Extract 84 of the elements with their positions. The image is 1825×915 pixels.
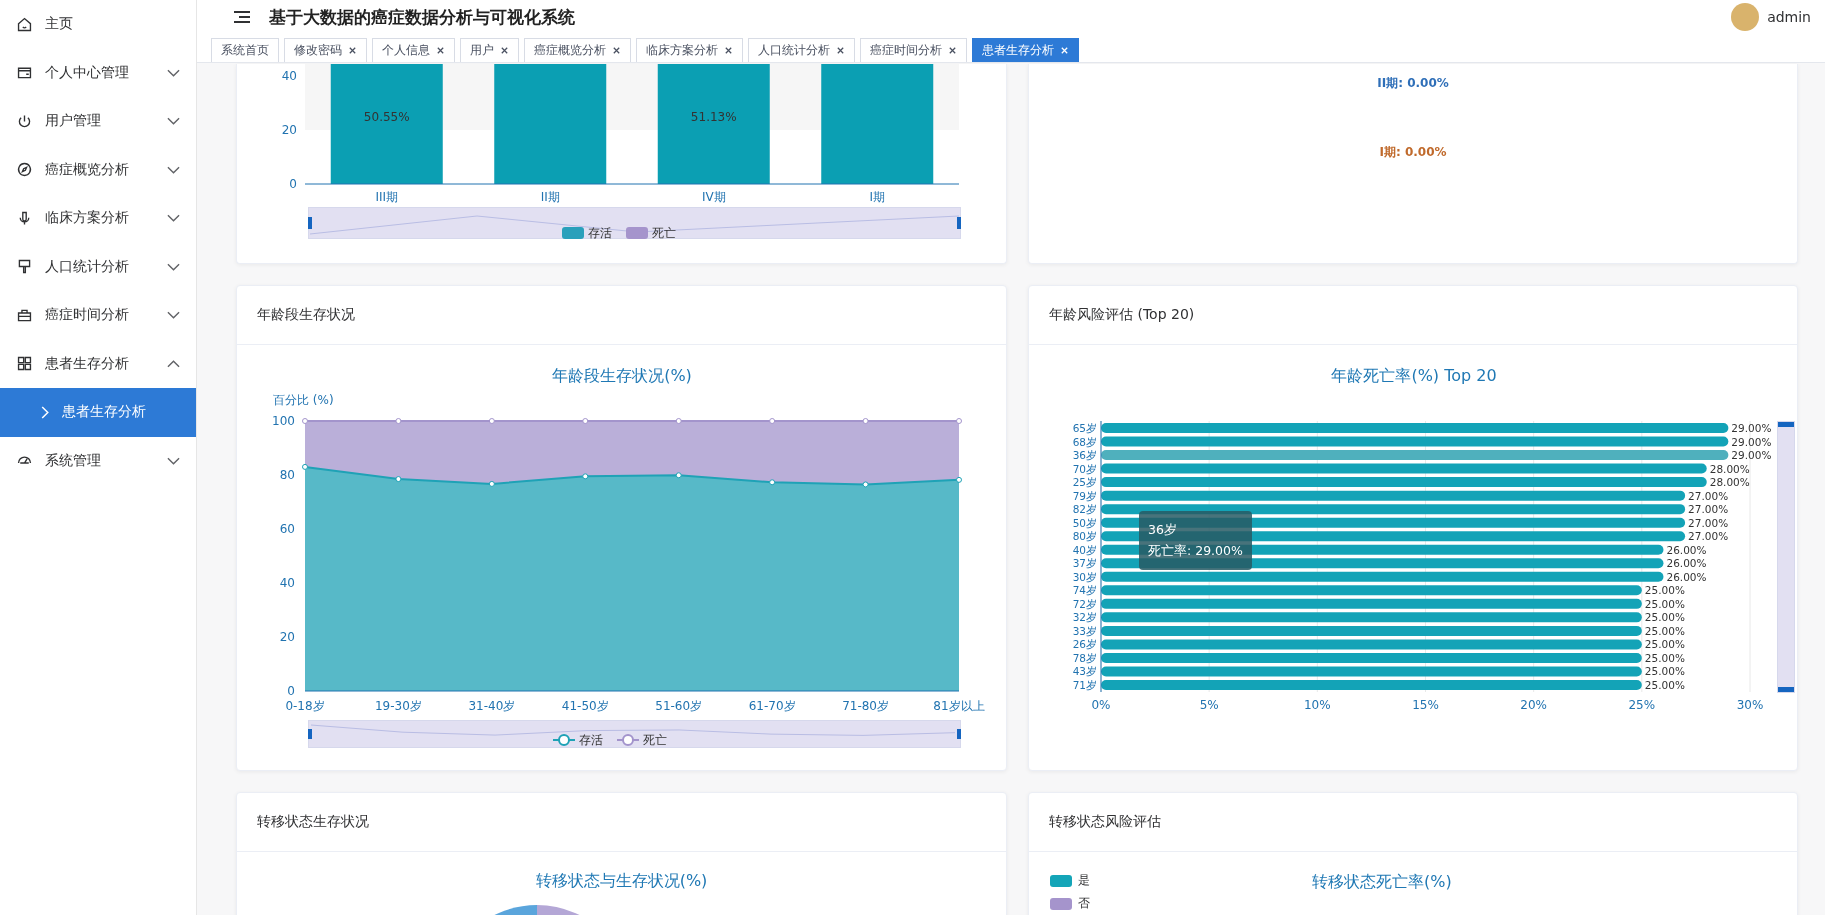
axis-label: 81岁以上 <box>933 699 985 713</box>
axis-label: 79岁 <box>1072 489 1097 502</box>
axis-label: 71岁 <box>1072 679 1097 691</box>
axis-label: III期 <box>375 190 399 204</box>
axis-label: 31-40岁 <box>468 699 516 713</box>
axis-label: 0 <box>287 684 295 698</box>
axis-label: 30% <box>1736 698 1764 712</box>
card-title: 年龄风险评估 (Top 20) <box>1029 286 1797 345</box>
chart-title: 转移状态死亡率(%) <box>1312 872 1452 893</box>
value-label: 29.00% <box>1731 449 1772 462</box>
pie-label: II期: 0.00% <box>1377 75 1449 92</box>
value-label: 26.00% <box>1666 557 1707 570</box>
axis-label: 40 <box>279 576 295 590</box>
bar-label: 50.55% <box>363 110 410 124</box>
axis-label: 80岁 <box>1072 530 1097 543</box>
axis-label: 20 <box>281 123 297 137</box>
axis-label: 33岁 <box>1072 624 1097 637</box>
axis-label: 72岁 <box>1072 597 1097 610</box>
value-label: 29.00% <box>1731 435 1772 448</box>
axis-label: 0% <box>1091 698 1111 712</box>
axis-label: 0-18岁 <box>285 699 325 713</box>
axis-label: 60 <box>279 522 295 536</box>
value-label: 27.00% <box>1688 530 1729 543</box>
axis-label: 61-70岁 <box>748 699 796 713</box>
bar-label: 51.13% <box>690 110 737 124</box>
axis-label: 43岁 <box>1072 665 1097 678</box>
value-label: 25.00% <box>1644 624 1685 637</box>
value-label: 29.00% <box>1731 422 1772 434</box>
axis-label: 36岁 <box>1072 449 1097 462</box>
axis-label: 37岁 <box>1072 557 1097 570</box>
axis-label: I期 <box>869 190 885 204</box>
axis-label: 68岁 <box>1072 435 1097 448</box>
axis-label: 70岁 <box>1072 462 1097 475</box>
app-title: 基于大数据的癌症数据分析与可视化系统 <box>269 5 575 29</box>
axis-label: 25% <box>1628 698 1656 712</box>
axis-label: 5% <box>1199 698 1219 712</box>
tooltip-text: 死亡率: 29.00% <box>1148 542 1243 560</box>
axis-label: 10% <box>1304 698 1331 712</box>
value-label: 25.00% <box>1644 638 1685 651</box>
value-label: 26.00% <box>1666 543 1707 556</box>
axis-label: 51-60岁 <box>655 699 703 713</box>
axis-label: 71-80岁 <box>842 699 889 713</box>
axis-label: 19-30岁 <box>375 699 422 713</box>
axis-title: 百分比 (%) <box>273 393 334 407</box>
value-label: 28.00% <box>1709 476 1750 489</box>
axis-label: 78岁 <box>1072 651 1097 664</box>
axis-label: 15% <box>1412 698 1439 712</box>
value-label: 28.00% <box>1709 462 1750 475</box>
axis-label: 0 <box>289 177 297 191</box>
value-label: 25.00% <box>1644 679 1685 691</box>
axis-label: 74岁 <box>1072 584 1097 597</box>
axis-label: 82岁 <box>1072 503 1097 516</box>
axis-label: 25岁 <box>1072 476 1097 489</box>
value-label: 27.00% <box>1688 516 1729 529</box>
axis-label: 50岁 <box>1072 516 1097 529</box>
value-label: 25.00% <box>1644 651 1685 664</box>
chart-title: 转移状态与生存状况(%) <box>535 871 708 892</box>
axis-label: 40 <box>281 69 297 83</box>
axis-label: 26岁 <box>1072 638 1097 651</box>
chart-title: 年龄死亡率(%) Top 20 <box>1331 366 1497 385</box>
value-label: 26.00% <box>1666 570 1707 583</box>
card-title: 转移状态生存状况 <box>237 793 1006 852</box>
axis-label: IV期 <box>701 190 726 204</box>
axis-label: 65岁 <box>1072 422 1097 434</box>
card-title: 年龄段生存状况 <box>237 286 1006 345</box>
value-label: 27.00% <box>1688 489 1729 502</box>
axis-label: II期 <box>540 190 560 204</box>
value-label: 25.00% <box>1644 597 1685 610</box>
value-label: 27.00% <box>1688 503 1729 516</box>
card-title: 转移状态风险评估 <box>1029 793 1797 852</box>
axis-label: 20% <box>1520 698 1547 712</box>
pie-label: I期: 0.00% <box>1379 144 1447 161</box>
axis-label: 32岁 <box>1072 611 1097 624</box>
chart-title: 年龄段生存状况(%) <box>552 366 692 385</box>
axis-label: 30岁 <box>1072 570 1097 583</box>
axis-label: 40岁 <box>1072 543 1097 556</box>
value-label: 25.00% <box>1644 665 1685 678</box>
axis-label: 20 <box>279 630 295 644</box>
axis-label: 41-50岁 <box>561 699 609 713</box>
value-label: 25.00% <box>1644 584 1685 597</box>
value-label: 25.00% <box>1644 611 1685 624</box>
axis-label: 100 <box>272 414 295 428</box>
tooltip-title: 36岁 <box>1148 521 1178 539</box>
axis-label: 80 <box>279 468 295 482</box>
